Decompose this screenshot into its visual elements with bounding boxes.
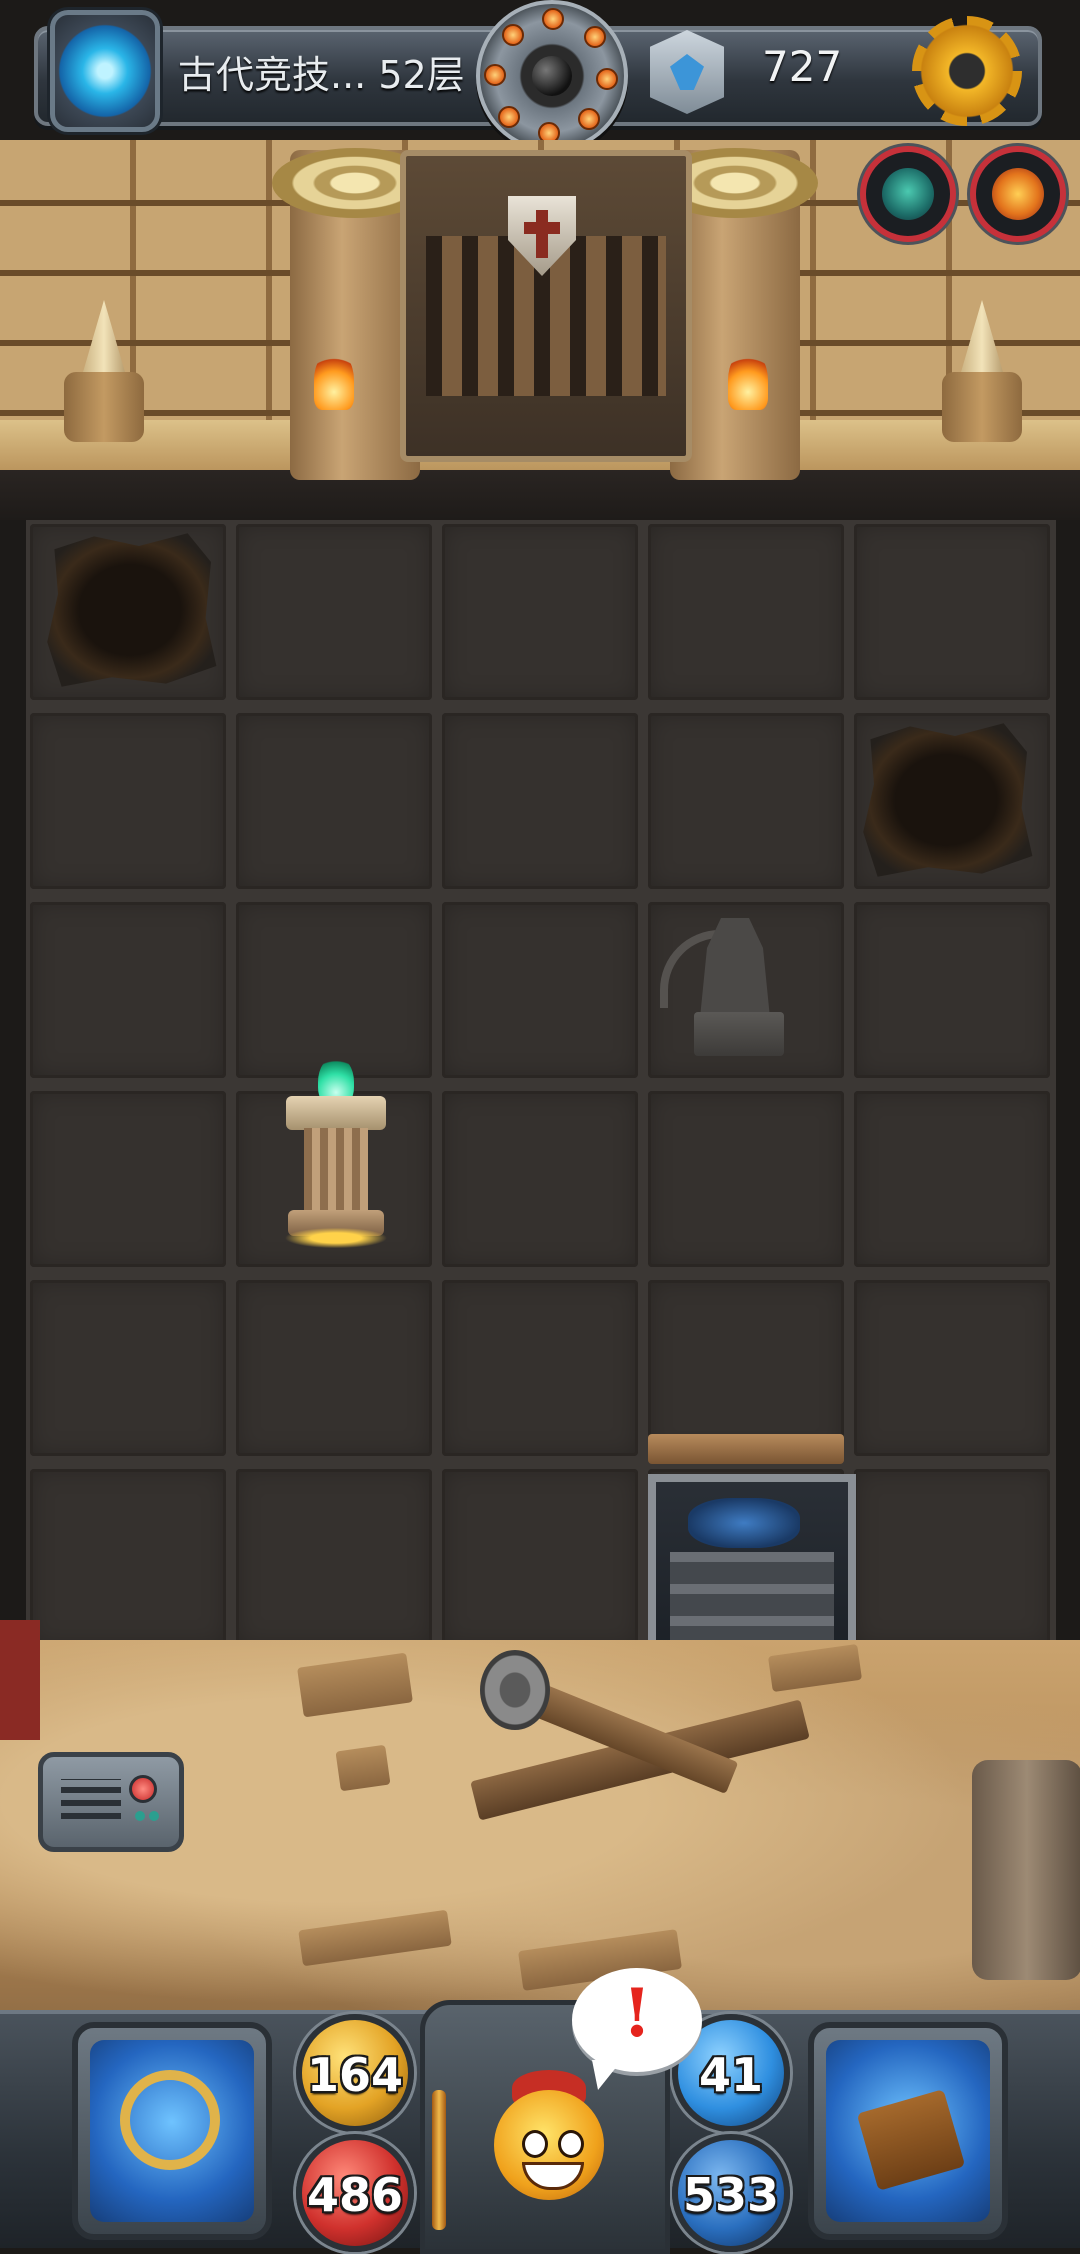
floor-label: 古代竞技... 52层 bbox=[178, 53, 465, 97]
floor-tile[interactable] bbox=[854, 1469, 1050, 1645]
broken-cart bbox=[460, 1650, 820, 1850]
alert-bubble[interactable]: ! bbox=[572, 1968, 702, 2072]
spike-base bbox=[942, 372, 1022, 442]
chat-icon bbox=[61, 1779, 121, 1819]
spike-base bbox=[64, 372, 144, 442]
floor-tile[interactable] bbox=[442, 902, 638, 1078]
floor-tile[interactable] bbox=[30, 1280, 226, 1456]
broken-floor-hole bbox=[47, 533, 217, 687]
gear-icon[interactable] bbox=[912, 16, 1022, 126]
floor-tile[interactable] bbox=[236, 1469, 432, 1645]
floor-tile[interactable] bbox=[442, 524, 638, 700]
monkey-hero-icon bbox=[992, 168, 1044, 220]
floor-tile[interactable] bbox=[854, 1280, 1050, 1456]
banner-decoration bbox=[0, 1620, 40, 1740]
torch-flame bbox=[314, 350, 354, 410]
wall-shadow bbox=[0, 470, 1080, 520]
floor-tile[interactable] bbox=[648, 524, 844, 700]
hp-value: 486 bbox=[306, 2168, 404, 2222]
hp-orb: 486 bbox=[296, 2134, 414, 2252]
bomb-wheel-icon[interactable] bbox=[476, 0, 628, 152]
floor-tile[interactable] bbox=[442, 1091, 638, 1267]
golden-staff-icon bbox=[432, 2090, 446, 2230]
floor-tile[interactable] bbox=[236, 713, 432, 889]
equipment-button[interactable] bbox=[72, 2022, 272, 2240]
chat-button[interactable] bbox=[38, 1752, 184, 1852]
rubble bbox=[335, 1744, 391, 1792]
floor-tile[interactable] bbox=[442, 1469, 638, 1645]
floor-tile[interactable] bbox=[30, 1469, 226, 1645]
floor-tile[interactable] bbox=[854, 1091, 1050, 1267]
stairs-down[interactable] bbox=[648, 1474, 856, 1658]
enemy-badge-2[interactable] bbox=[970, 146, 1066, 242]
mana-shrine[interactable] bbox=[266, 1050, 406, 1250]
floor-tile[interactable] bbox=[442, 713, 638, 889]
floor-tile[interactable] bbox=[236, 524, 432, 700]
broken-floor-hole bbox=[863, 723, 1033, 877]
floor-tile[interactable] bbox=[236, 1280, 432, 1456]
broken-pillar bbox=[972, 1760, 1080, 1980]
spellbook-icon bbox=[856, 2089, 966, 2191]
floor-tile[interactable] bbox=[854, 902, 1050, 1078]
floor-tile[interactable] bbox=[648, 1091, 844, 1267]
floor-tile[interactable] bbox=[30, 902, 226, 1078]
floor-tile[interactable] bbox=[30, 1091, 226, 1267]
portal-icon[interactable] bbox=[50, 10, 160, 132]
gem-count: 727 bbox=[762, 42, 843, 91]
stairs-plank bbox=[648, 1434, 844, 1464]
mana-value: 533 bbox=[682, 2168, 780, 2222]
floor-tile[interactable] bbox=[648, 713, 844, 889]
mana-orb: 533 bbox=[672, 2134, 790, 2252]
reaper-statue[interactable] bbox=[654, 900, 814, 1070]
floor-tile[interactable] bbox=[442, 1280, 638, 1456]
gem-icon bbox=[650, 30, 724, 114]
floor-tile[interactable] bbox=[648, 1280, 844, 1456]
attack-value: 164 bbox=[306, 2048, 404, 2102]
spellbook-button[interactable] bbox=[808, 2022, 1008, 2240]
attack-orb: 164 bbox=[296, 2014, 414, 2132]
floor-tile[interactable] bbox=[30, 713, 226, 889]
enemy-badge-1[interactable] bbox=[860, 146, 956, 242]
exclamation-icon: ! bbox=[622, 1974, 652, 2052]
torch-flame bbox=[728, 350, 768, 410]
sword-shield-icon bbox=[120, 2070, 220, 2170]
floor-tile[interactable] bbox=[854, 524, 1050, 700]
dungeon-gate bbox=[400, 150, 692, 462]
ghoul-icon bbox=[882, 168, 934, 220]
